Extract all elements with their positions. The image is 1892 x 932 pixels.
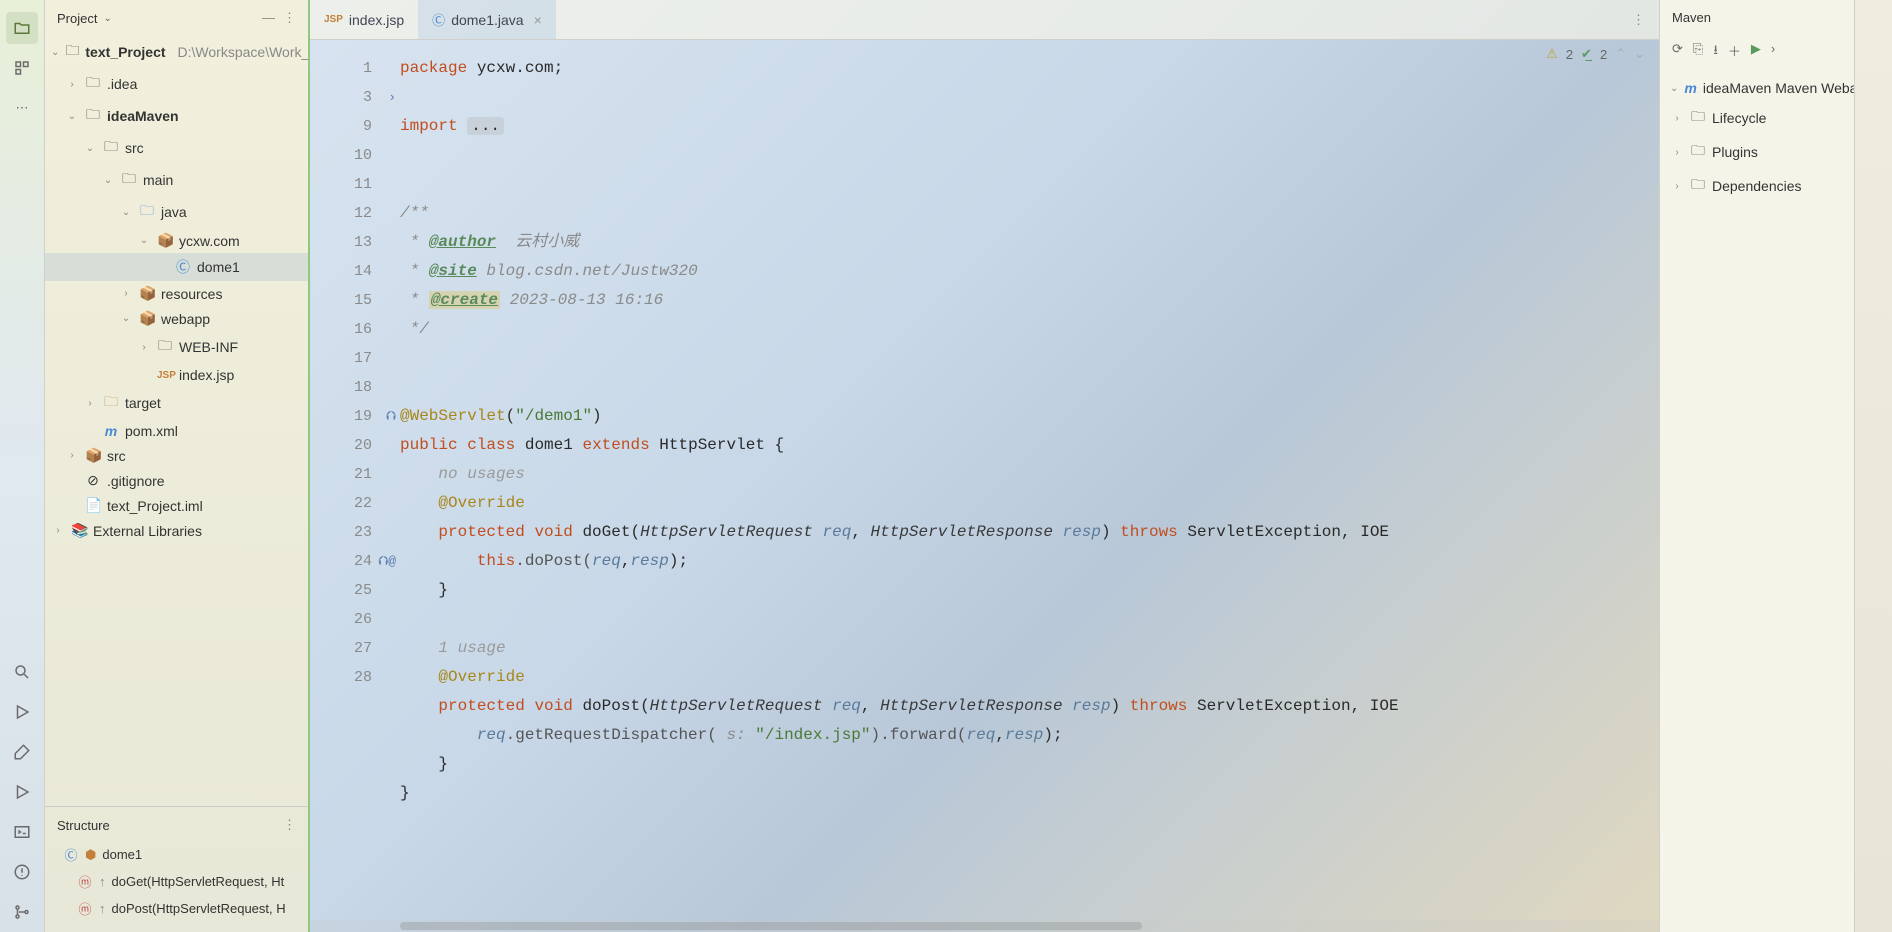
generate-icon[interactable]: ⎘ [1693, 41, 1703, 63]
tab-label: index.jsp [349, 12, 404, 28]
maven-tree: ⌄mideaMaven Maven Weba ›🗀Lifecycle ›🗀Plu… [1660, 69, 1854, 209]
project-tree: ⌄🗀 text_Project D:\Workspace\Work_ ›🗀.id… [45, 36, 308, 806]
project-tool-icon[interactable] [6, 12, 38, 44]
maven-lifecycle[interactable]: ›🗀Lifecycle [1668, 101, 1846, 135]
tabs-more-icon[interactable]: ⋮ [1618, 12, 1659, 28]
debug-tool-icon[interactable] [6, 776, 38, 808]
tree-node-src[interactable]: ⌄🗀src [45, 132, 308, 164]
right-toolbar [1854, 0, 1892, 932]
close-tab-icon[interactable]: × [534, 12, 542, 28]
jsp-icon: JSP [324, 14, 343, 25]
tree-node-pom[interactable]: mpom.xml [45, 419, 308, 443]
fold-icon[interactable]: › [388, 83, 396, 112]
vcs-tool-icon[interactable] [6, 896, 38, 928]
maven-plugins[interactable]: ›🗀Plugins [1668, 135, 1846, 169]
class-icon: Ⓒ [432, 10, 445, 29]
search-icon[interactable] [6, 656, 38, 688]
structure-method-doget[interactable]: ⓜ↑doGet(HttpServletRequest, Ht [57, 868, 296, 895]
editor-gutter: 1 3› 9 10 11 12 13 14 15 16 17 18 19⮉ 20… [310, 40, 400, 932]
project-panel-title: Project [57, 11, 97, 26]
tab-dome1java[interactable]: Ⓒ dome1.java × [418, 0, 556, 39]
override-icon[interactable]: ⮉@ [378, 547, 396, 576]
tree-node-ideamaven[interactable]: ⌄🗀ideaMaven [45, 100, 308, 132]
tab-label: dome1.java [451, 12, 523, 28]
code-editor[interactable]: package ycxw.com; import ... /** * @auth… [400, 40, 1659, 932]
project-panel: Project ⌄ — ⋮ ⌄🗀 text_Project D:\Workspa… [45, 0, 310, 932]
tree-node-src2[interactable]: ›📦src [45, 443, 308, 468]
chevron-down-icon: ⌄ [103, 13, 111, 24]
problems-tool-icon[interactable] [6, 856, 38, 888]
tree-root[interactable]: ⌄🗀 text_Project D:\Workspace\Work_ [45, 36, 308, 68]
refresh-icon[interactable]: ⟳ [1672, 41, 1683, 63]
collapse-icon[interactable]: — [262, 10, 275, 26]
tree-node-java[interactable]: ⌄🗀java [45, 196, 308, 228]
run-tool-icon[interactable] [6, 696, 38, 728]
structure-panel-header[interactable]: Structure ⋮ [57, 817, 296, 841]
structure-tool-icon[interactable] [6, 52, 38, 84]
horizontal-scrollbar[interactable] [310, 920, 1659, 932]
structure-class[interactable]: Ⓒ⬢dome1 [57, 841, 296, 868]
tree-node-webapp[interactable]: ⌄📦webapp [45, 306, 308, 331]
left-toolbar: ⋯ [0, 0, 45, 932]
editor-area: JSP index.jsp Ⓒ dome1.java × ⋮ ⚠2 ✔̲2 ⌃ … [310, 0, 1659, 932]
tree-node-target[interactable]: ›🗀target [45, 387, 308, 419]
tree-root-label: text_Project [85, 44, 165, 60]
maven-project[interactable]: ⌄mideaMaven Maven Weba [1668, 75, 1846, 101]
structure-method-dopost[interactable]: ⓜ↑doPost(HttpServletRequest, H [57, 895, 296, 922]
hide-icon[interactable]: ⋮ [283, 10, 296, 26]
tree-node-iml[interactable]: 📄text_Project.iml [45, 493, 308, 518]
build-tool-icon[interactable] [6, 736, 38, 768]
tree-node-indexjsp[interactable]: JSPindex.jsp [45, 363, 308, 387]
tree-node-dome1[interactable]: Ⓒdome1 [45, 253, 308, 281]
tree-node-idea[interactable]: ›🗀.idea [45, 68, 308, 100]
maven-toolbar: ⟳ ⎘ ⭳ ＋ ▶ › [1660, 35, 1854, 69]
maven-panel: Maven ⟳ ⎘ ⭳ ＋ ▶ › ⌄mideaMaven Maven Weba… [1659, 0, 1854, 932]
tree-node-extlib[interactable]: ›📚External Libraries [45, 518, 308, 543]
editor-tabs: JSP index.jsp Ⓒ dome1.java × ⋮ [310, 0, 1659, 40]
tree-root-path: D:\Workspace\Work_ [178, 44, 308, 60]
override-icon[interactable]: ⮉ [386, 402, 396, 431]
tree-node-resources[interactable]: ›📦resources [45, 281, 308, 306]
tree-node-package[interactable]: ⌄📦ycxw.com [45, 228, 308, 253]
tab-indexjsp[interactable]: JSP index.jsp [310, 0, 418, 39]
structure-more-icon[interactable]: ⋮ [283, 817, 296, 833]
maven-dependencies[interactable]: ›🗀Dependencies [1668, 169, 1846, 203]
maven-title: Maven [1660, 0, 1854, 35]
more-tool-icon[interactable]: ⋯ [6, 92, 38, 124]
tree-node-gitignore[interactable]: ⊘.gitignore [45, 468, 308, 493]
project-panel-header[interactable]: Project ⌄ — ⋮ [45, 0, 308, 36]
tree-node-webinf[interactable]: ›🗀WEB-INF [45, 331, 308, 363]
more-icon[interactable]: › [1771, 41, 1775, 63]
add-icon[interactable]: ＋ [1728, 41, 1741, 63]
structure-title: Structure [57, 818, 110, 833]
run-icon[interactable]: ▶ [1751, 41, 1761, 63]
download-icon[interactable]: ⭳ [1713, 41, 1718, 63]
terminal-tool-icon[interactable] [6, 816, 38, 848]
structure-panel: Structure ⋮ Ⓒ⬢dome1 ⓜ↑doGet(HttpServletR… [45, 806, 308, 932]
tree-node-main[interactable]: ⌄🗀main [45, 164, 308, 196]
